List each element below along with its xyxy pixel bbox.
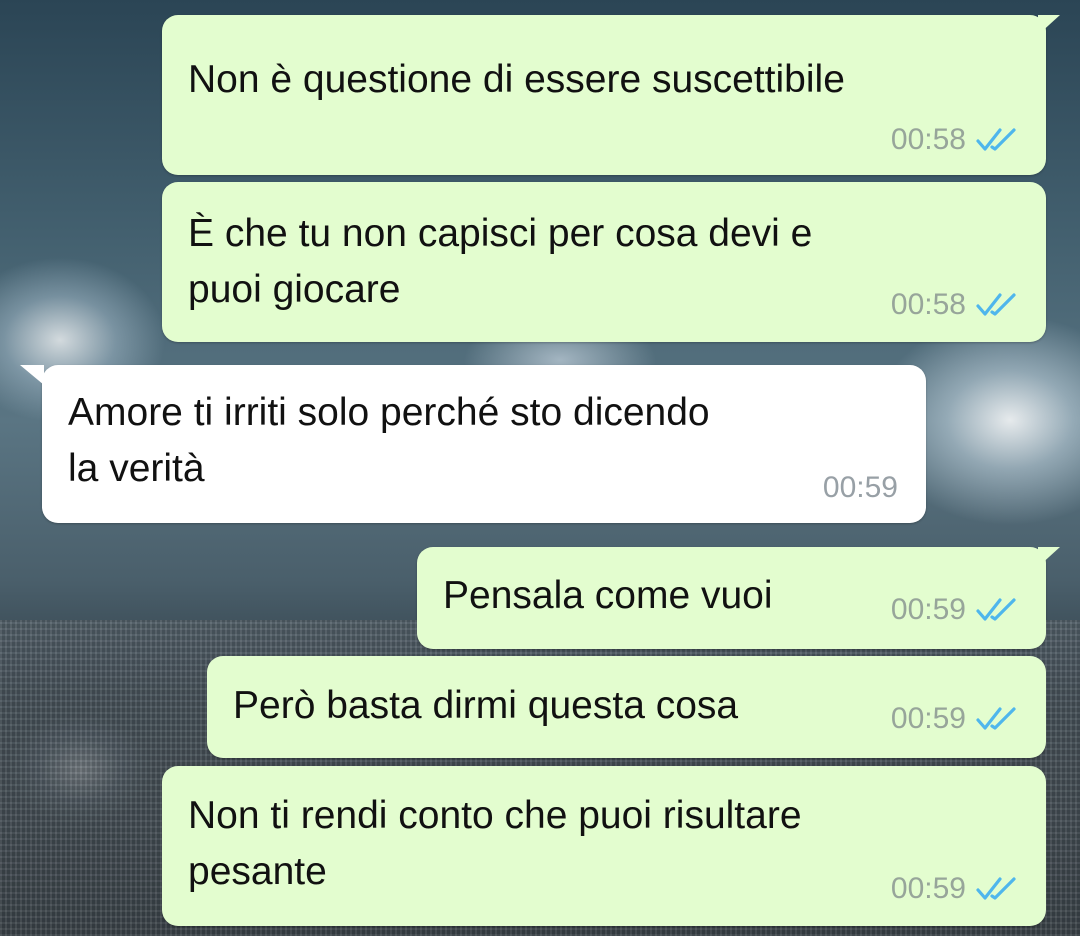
double-check-icon <box>976 598 1016 621</box>
message-time: 00:58 <box>890 288 966 321</box>
message-text-line-2: pesante <box>188 850 327 893</box>
message-time: 00:59 <box>890 872 966 905</box>
message-meta: 00:58 <box>891 123 1018 157</box>
double-check-icon <box>976 707 1016 730</box>
message-text-line-1: È che tu non capisci per cosa devi e <box>188 212 813 255</box>
message-meta: 00:58 <box>891 288 1018 322</box>
message-meta: 00:59 <box>891 593 1018 627</box>
message-text-line-1: Amore ti irriti solo perché sto dicendo <box>68 391 710 434</box>
double-check-icon <box>976 128 1016 151</box>
message-time: 00:59 <box>890 593 966 626</box>
double-check-icon <box>976 293 1016 316</box>
message-meta: 00:59 <box>823 471 898 505</box>
message-meta: 00:59 <box>891 872 1018 906</box>
message-bubble-incoming[interactable]: Amore ti irriti solo perché sto dicendo … <box>20 365 926 523</box>
double-check-icon <box>976 877 1016 900</box>
message-time: 00:59 <box>890 702 966 735</box>
message-bubble-outgoing[interactable]: Però basta dirmi questa cosa 00:59 <box>207 656 1046 758</box>
message-text-line-2: la verità <box>68 447 205 490</box>
message-text: Pensala come vuoi <box>443 574 773 617</box>
message-meta: 00:59 <box>891 702 1018 736</box>
message-bubble-outgoing[interactable]: Non ti rendi conto che puoi risultare pe… <box>162 766 1046 926</box>
message-time: 00:59 <box>822 471 898 504</box>
message-text-line-2: puoi giocare <box>188 268 401 311</box>
message-bubble-outgoing[interactable]: Pensala come vuoi 00:59 <box>417 547 1060 649</box>
message-text-line-1: Non ti rendi conto che puoi risultare <box>188 794 802 837</box>
message-bubble-outgoing[interactable]: È che tu non capisci per cosa devi e puo… <box>162 182 1046 342</box>
message-time: 00:58 <box>890 123 966 156</box>
message-text: Non è questione di essere suscettibile <box>188 58 845 101</box>
message-text: Però basta dirmi questa cosa <box>233 684 739 727</box>
message-bubble-outgoing[interactable]: Non è questione di essere suscettibile 0… <box>162 15 1060 175</box>
